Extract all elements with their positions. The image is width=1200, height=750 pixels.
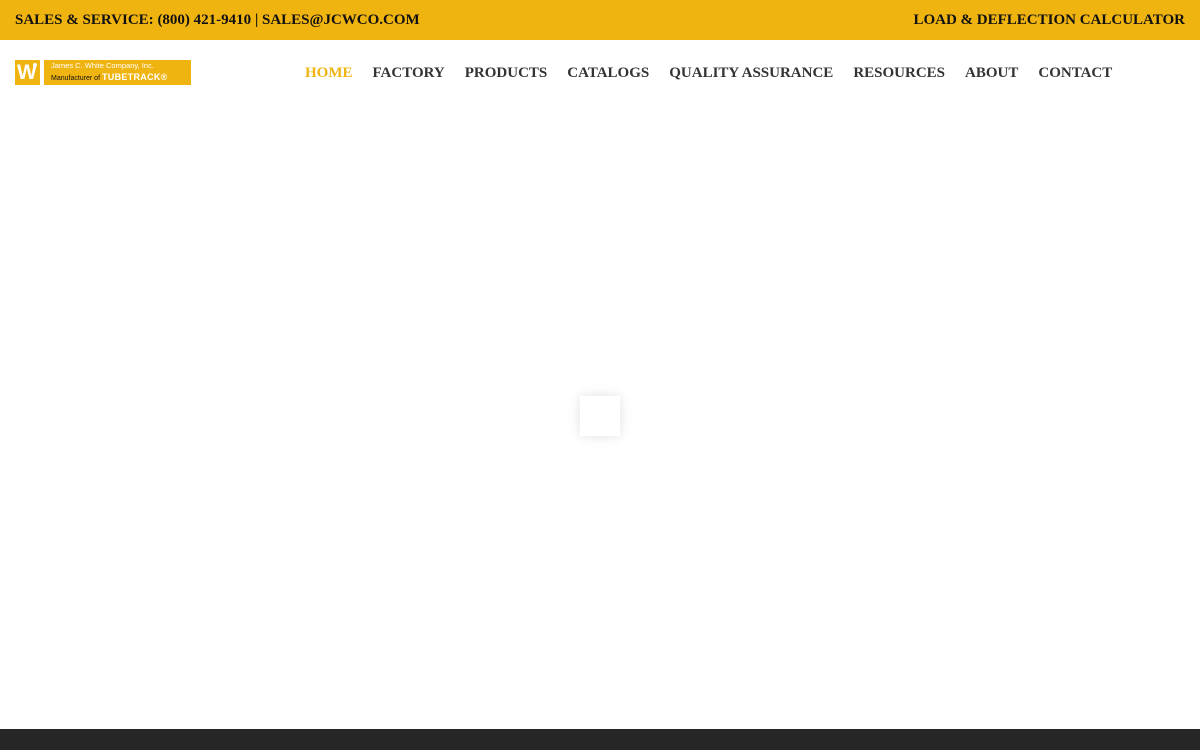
logo-company-name: James C. White Company, Inc.: [51, 61, 154, 70]
sales-contact: SALES & SERVICE: (800) 421-9410 | SALES@…: [15, 12, 420, 29]
nav-item-factory[interactable]: FACTORY: [373, 65, 445, 82]
logo-mark: W: [15, 60, 40, 85]
company-logo[interactable]: W James C. White Company, Inc. Manufactu…: [15, 60, 191, 85]
email-link[interactable]: SALES@JCWCO.COM: [262, 12, 420, 28]
loading-spinner: [580, 396, 620, 436]
site-header: W James C. White Company, Inc. Manufactu…: [0, 40, 1200, 106]
phone-link[interactable]: (800) 421-9410: [157, 12, 251, 28]
nav-item-resources[interactable]: RESOURCES: [853, 65, 945, 82]
footer-bar: [0, 729, 1200, 750]
logo-tagline: Manufacturer of TUBETRACK®: [51, 72, 168, 82]
nav-item-quality-assurance[interactable]: QUALITY ASSURANCE: [669, 65, 833, 82]
contact-separator: |: [254, 11, 259, 28]
nav-item-catalogs[interactable]: CATALOGS: [567, 65, 649, 82]
nav-item-home[interactable]: HOME: [305, 65, 353, 82]
logo-mark-dot: [33, 63, 37, 67]
nav-item-about[interactable]: ABOUT: [965, 65, 1018, 82]
logo-manufacturer-prefix: Manufacturer of: [51, 75, 101, 82]
load-deflection-calculator-link[interactable]: LOAD & DEFLECTION CALCULATOR: [913, 12, 1185, 29]
sales-label: SALES & SERVICE:: [15, 11, 154, 28]
top-info-bar: SALES & SERVICE: (800) 421-9410 | SALES@…: [0, 0, 1200, 40]
logo-wordmark: James C. White Company, Inc. Manufacture…: [44, 60, 191, 85]
logo-brand: TUBETRACK®: [101, 72, 168, 82]
nav-item-products[interactable]: PRODUCTS: [465, 65, 548, 82]
main-navigation: HOME FACTORY PRODUCTS CATALOGS QUALITY A…: [305, 65, 1112, 82]
nav-item-contact[interactable]: CONTACT: [1038, 65, 1112, 82]
